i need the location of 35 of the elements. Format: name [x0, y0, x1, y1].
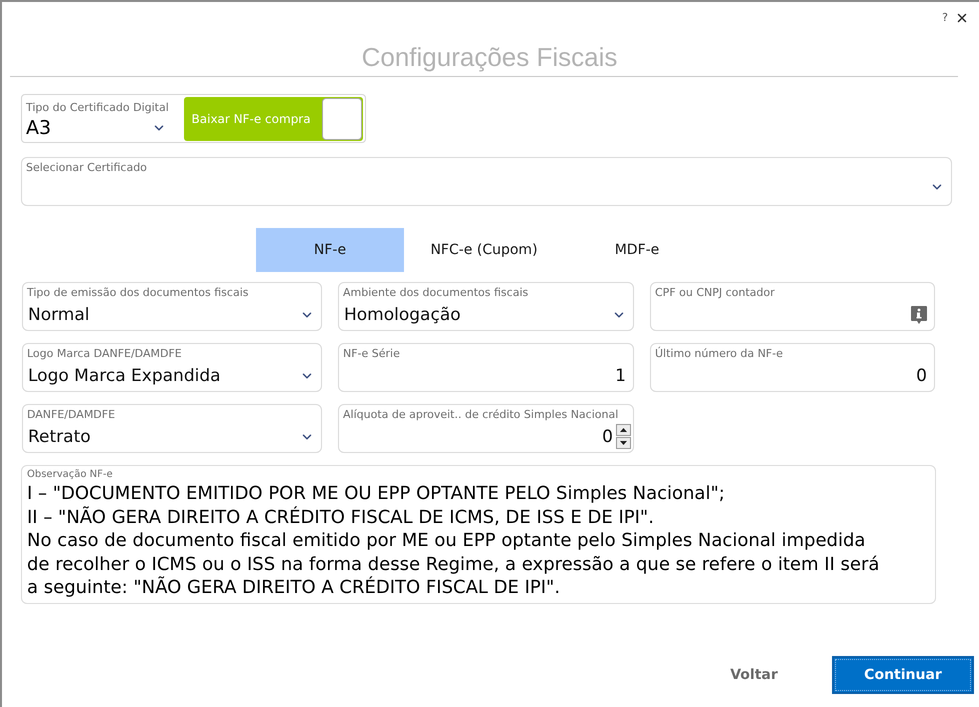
dropdown-field[interactable]: Tipo do Certificado Digital A3 — [25, 97, 184, 140]
input-field[interactable]: Último número da NF-e 0 — [650, 343, 935, 392]
field-label: CPF ou CNPJ contador — [655, 286, 776, 300]
number-field[interactable]: Alíquota de aproveit.. de crédito Simples Nacional 0 — [338, 404, 634, 453]
dropdown-field[interactable]: Ambiente dos documentos fiscais Homologação — [338, 282, 634, 331]
decrement-button[interactable] — [616, 437, 631, 449]
back-button[interactable]: Voltar — [714, 656, 794, 694]
input-field[interactable]: CPF ou CNPJ contador — [650, 282, 935, 331]
dropdown-field[interactable]: Selecionar Certificado — [21, 157, 952, 206]
toggle-knob[interactable] — [322, 98, 362, 140]
field-label: NF-e Série — [343, 347, 401, 361]
field-label: Tipo de emissão dos documentos fiscais — [27, 286, 250, 300]
dropdown-field[interactable]: Tipo de emissão dos documentos fiscais Normal — [22, 282, 322, 331]
dropdown-field[interactable]: Logo Marca DANFE/DAMDFE Logo Marca Expandida — [22, 343, 322, 392]
continue-button[interactable]: Continuar — [832, 656, 974, 694]
tab[interactable]: MDF-e — [564, 228, 710, 272]
text-area[interactable]: Observação NF-e I – "DOCUMENTO EMITIDO POR ME OU EPP OPTANTE PELO Simples Nacional"; II – "NÃO GERA DIREITO A CRÉDITO FISCAL DE ICMS, DE ISS E DE IPI". No caso de documento fiscal emitido por ME ou EPP optante pelo Simples Nacional impedida de recolher o ICMS ou o ISS na forma desse Regime, a expressão a que se refere o item II será a seguinte: "NÃO GERA DIREITO A CRÉDITO FISCAL DE IPI". — [21, 465, 936, 604]
triangle-down-icon — [620, 441, 627, 445]
field-label: Ambiente dos documentos fiscais — [343, 286, 530, 300]
help-button[interactable]: ? — [942, 11, 948, 24]
field-label: Logo Marca DANFE/DAMDFE — [27, 347, 183, 361]
field-label: Último número da NF-e — [655, 347, 784, 361]
dropdown-field[interactable]: DANFE/DAMDFE Retrato — [22, 404, 322, 453]
input-field[interactable]: NF-e Série 1 — [338, 343, 634, 392]
field-label: Observação NF-e — [27, 468, 114, 482]
field-label: Selecionar Certificado — [26, 161, 148, 175]
triangle-up-icon — [620, 428, 627, 432]
info-icon[interactable] — [911, 306, 927, 324]
dialog-title: Configurações Fiscais — [360, 41, 618, 74]
field-label: DANFE/DAMDFE — [27, 408, 116, 422]
tab[interactable]: NF-e — [256, 228, 404, 272]
increment-button[interactable] — [616, 424, 631, 436]
field-label: Alíquota de aproveit.. de crédito Simples Nacional — [343, 408, 620, 422]
tab[interactable]: NFC-e (Cupom) — [404, 228, 564, 272]
field-label: Tipo do Certificado Digital — [26, 101, 170, 115]
